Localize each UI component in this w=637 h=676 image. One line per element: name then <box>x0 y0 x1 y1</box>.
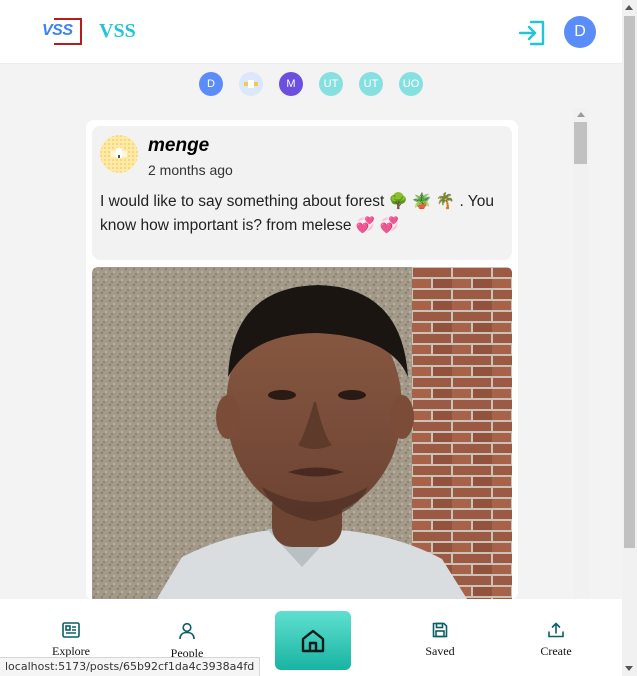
scroll-up-arrow-icon[interactable] <box>577 112 585 117</box>
scroll-down-arrow-icon[interactable] <box>625 666 633 671</box>
post-card: menge 2 months ago I would like to say s… <box>86 120 518 600</box>
story-avatar[interactable]: M <box>279 72 303 96</box>
story-avatar-image[interactable] <box>239 72 263 96</box>
page-scroll-thumb[interactable] <box>624 16 635 548</box>
post-body-text: I would like to say something about fore… <box>100 193 494 234</box>
logo-text: VSS <box>42 22 73 39</box>
nav-label: Saved <box>425 644 455 658</box>
nav-home-button[interactable] <box>275 611 351 670</box>
post-timestamp: 2 months ago <box>148 162 233 178</box>
nav-label: Create <box>540 644 572 658</box>
feed-scrollbar[interactable] <box>573 108 589 600</box>
post-photo[interactable] <box>92 267 512 600</box>
nav-create[interactable]: Create <box>511 599 601 676</box>
link-status-url: localhost:5173/posts/65b92cf1da4c3938a4f… <box>0 657 261 676</box>
post-header: menge 2 months ago I would like to say s… <box>92 126 512 260</box>
brand-title[interactable]: VSS <box>99 20 136 43</box>
story-avatar[interactable]: D <box>199 72 223 96</box>
stories-row: D M UT UT UO <box>0 72 622 98</box>
logout-icon[interactable] <box>517 19 547 47</box>
post-author-name[interactable]: menge <box>148 135 209 157</box>
user-avatar[interactable]: D <box>564 16 596 48</box>
page-scrollbar[interactable] <box>622 0 637 676</box>
home-icon <box>301 629 325 652</box>
story-avatar[interactable]: UT <box>319 72 343 96</box>
save-icon <box>432 622 448 638</box>
feed-scroll-thumb[interactable] <box>574 122 587 164</box>
nav-saved[interactable]: Saved <box>395 599 485 676</box>
story-avatar[interactable]: UO <box>399 72 423 96</box>
upload-icon <box>548 622 564 638</box>
story-avatar[interactable]: UT <box>359 72 383 96</box>
post-author-avatar[interactable] <box>100 135 138 173</box>
newspaper-icon <box>62 622 80 638</box>
app-logo[interactable]: VSS <box>42 18 82 45</box>
scroll-up-arrow-icon[interactable] <box>625 5 633 10</box>
person-icon <box>179 622 195 640</box>
app-header: VSS VSS D <box>0 0 622 64</box>
